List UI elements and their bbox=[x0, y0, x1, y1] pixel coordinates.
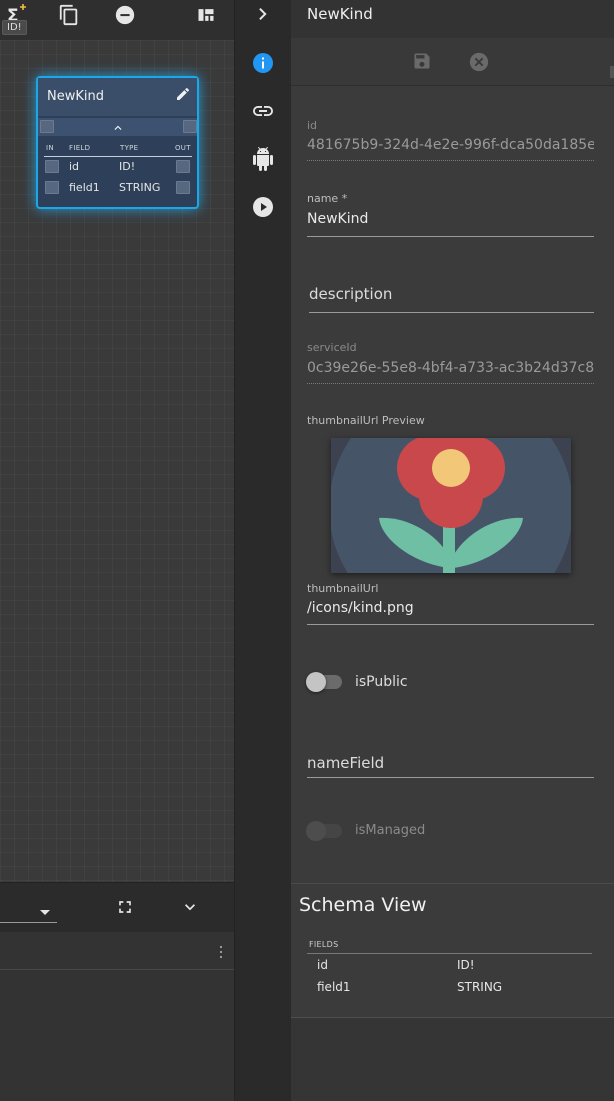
play-circle-icon[interactable] bbox=[251, 195, 275, 219]
bottom-panel-header bbox=[0, 932, 234, 970]
link-icon[interactable] bbox=[251, 99, 275, 123]
row-out-port[interactable] bbox=[176, 181, 190, 194]
row-in-port[interactable] bbox=[45, 181, 59, 194]
name-field[interactable]: NewKind bbox=[307, 211, 594, 227]
edit-icon[interactable] bbox=[175, 86, 191, 102]
toggle-knob bbox=[306, 821, 326, 841]
schema-field-name: id bbox=[317, 958, 328, 972]
ispublic-label: isPublic bbox=[355, 674, 408, 690]
col-field-header: FIELD bbox=[69, 144, 91, 152]
node-field-name: field1 bbox=[69, 181, 100, 194]
more-vert-icon[interactable] bbox=[218, 944, 224, 963]
thumbnailurl-field[interactable]: /icons/kind.png bbox=[307, 600, 594, 616]
col-in-header: IN bbox=[46, 144, 54, 152]
panel-title: NewKind bbox=[307, 5, 373, 23]
bottom-toolbar bbox=[0, 882, 234, 932]
select-underline bbox=[0, 922, 57, 923]
toggle-knob[interactable] bbox=[306, 672, 326, 692]
name-label: name * bbox=[307, 192, 348, 205]
table-row: field1 STRING bbox=[307, 976, 592, 998]
id-underline bbox=[307, 160, 594, 161]
thumbnail-preview-label: thumbnailUrl Preview bbox=[307, 414, 425, 427]
icon-rail bbox=[234, 0, 291, 1101]
chevron-up-icon[interactable] bbox=[110, 120, 126, 139]
node-field-type: STRING bbox=[119, 181, 161, 194]
namefield-field[interactable]: nameField bbox=[307, 754, 594, 772]
chevron-down-icon[interactable] bbox=[180, 897, 200, 921]
kind-node[interactable]: NewKind IN FIELD TYPE OUT id ID! field1 bbox=[36, 76, 199, 209]
thumbnail-preview-image bbox=[331, 438, 571, 573]
info-icon[interactable] bbox=[251, 51, 275, 75]
description-underline bbox=[309, 312, 594, 313]
serviceid-label: serviceId bbox=[307, 341, 357, 354]
id-field: 481675b9-324d-4e2e-996f-dca50da185e7 bbox=[307, 137, 594, 153]
id-label: id bbox=[307, 119, 318, 132]
description-field[interactable]: description bbox=[309, 285, 594, 303]
schema-field-type: STRING bbox=[457, 980, 503, 994]
panel-title-bar: NewKind bbox=[291, 0, 614, 38]
row-out-port[interactable] bbox=[176, 160, 190, 173]
copy-icon[interactable] bbox=[57, 3, 81, 27]
schema-field-name: field1 bbox=[317, 980, 351, 994]
thumbnailurl-label: thumbnailUrl bbox=[307, 582, 379, 595]
node-field-type: ID! bbox=[119, 160, 136, 173]
node-field-name: id bbox=[69, 160, 80, 173]
bottom-panel bbox=[0, 932, 234, 1101]
id-badge: ID! bbox=[2, 20, 27, 35]
divider bbox=[291, 883, 614, 884]
in-port[interactable] bbox=[40, 120, 54, 133]
schema-field-type: ID! bbox=[457, 958, 475, 972]
serviceid-underline bbox=[307, 383, 594, 384]
cancel-icon[interactable] bbox=[468, 51, 490, 77]
panel-footer-area bbox=[291, 1018, 614, 1101]
table-row: id ID! bbox=[307, 954, 592, 976]
serviceid-field: 0c39e26e-55e8-4bf4-a733-ac3b24d37c8d bbox=[307, 360, 594, 376]
thumbnailurl-underline bbox=[307, 624, 594, 625]
node-title: NewKind bbox=[47, 89, 104, 104]
app-root: Σ ID! NewKind IN FIELD TYPE OUT id ID! f… bbox=[0, 0, 614, 1101]
schema-header: FIELDS bbox=[307, 940, 592, 954]
dashboard-layout-icon[interactable] bbox=[194, 3, 218, 27]
divider bbox=[44, 156, 192, 157]
row-in-port[interactable] bbox=[45, 160, 59, 173]
schema-view-title: Schema View bbox=[299, 894, 427, 916]
graph-toolbar: Σ ID! bbox=[0, 0, 234, 40]
out-port[interactable] bbox=[183, 120, 197, 133]
graph-editor: Σ ID! NewKind IN FIELD TYPE OUT id ID! f… bbox=[0, 0, 234, 1101]
col-type-header: TYPE bbox=[120, 144, 139, 152]
properties-panel: NewKind id 481675b9-324d-4e2e-996f-dca50… bbox=[291, 0, 614, 1101]
ismanaged-label: isManaged bbox=[355, 823, 426, 838]
remove-circle-icon[interactable] bbox=[113, 3, 137, 27]
node-port-bar bbox=[38, 118, 197, 136]
chevron-right-icon[interactable] bbox=[251, 2, 275, 26]
namefield-underline bbox=[307, 777, 594, 778]
scrollbar-thumb[interactable] bbox=[610, 66, 614, 78]
dropdown-arrow-icon[interactable] bbox=[38, 902, 52, 921]
save-icon[interactable] bbox=[412, 51, 432, 75]
action-bar bbox=[291, 38, 614, 86]
schema-table: FIELDS id ID! field1 STRING bbox=[307, 940, 592, 998]
fullscreen-icon[interactable] bbox=[115, 897, 135, 921]
col-out-header: OUT bbox=[175, 144, 191, 152]
name-underline bbox=[307, 236, 594, 237]
android-icon[interactable] bbox=[251, 147, 275, 171]
